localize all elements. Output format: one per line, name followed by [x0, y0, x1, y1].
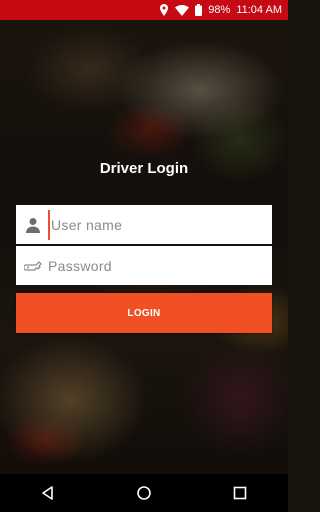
- key-icon: [24, 257, 42, 275]
- recents-icon[interactable]: [225, 478, 255, 508]
- login-form: LOGIN: [16, 205, 272, 333]
- location-icon: [159, 4, 169, 16]
- status-time: 11:04 AM: [236, 4, 282, 16]
- battery-icon: [195, 4, 203, 16]
- home-icon[interactable]: [129, 478, 159, 508]
- username-input[interactable]: [48, 209, 272, 240]
- wifi-icon: [175, 4, 190, 16]
- navigation-bar: [0, 474, 288, 512]
- status-bar: 98% 11:04 AM: [0, 0, 288, 20]
- back-icon[interactable]: [33, 478, 63, 508]
- login-button[interactable]: LOGIN: [16, 293, 272, 333]
- password-input[interactable]: [48, 250, 272, 281]
- username-field[interactable]: [16, 205, 272, 244]
- user-icon: [24, 216, 42, 234]
- page-title: Driver Login: [99, 160, 189, 177]
- password-field[interactable]: [16, 246, 272, 285]
- battery-percent: 98%: [208, 4, 231, 16]
